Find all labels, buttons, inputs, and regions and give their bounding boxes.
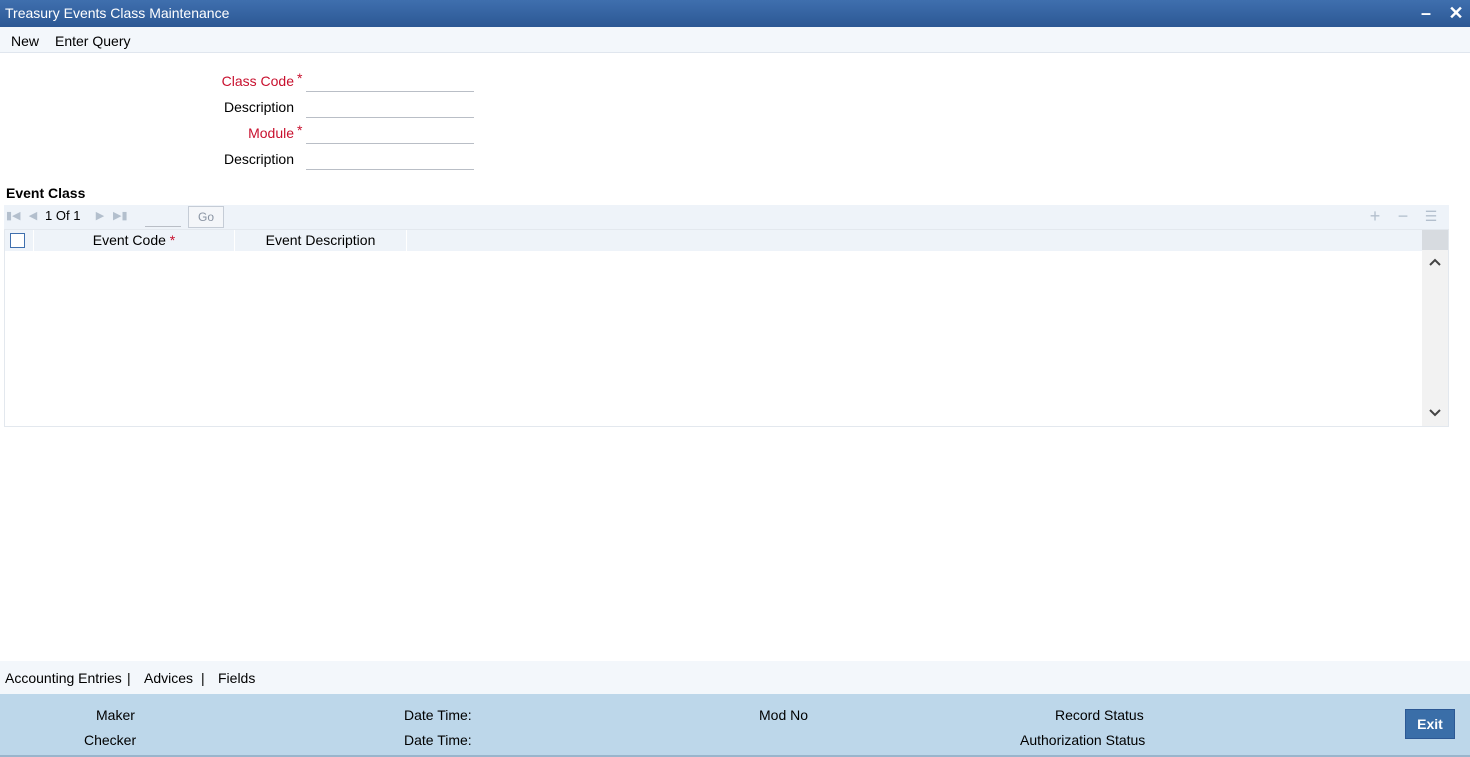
- event-class-grid: Event Code * Event Description: [4, 229, 1449, 427]
- module-description-row: Description: [0, 148, 1470, 177]
- class-code-label: Class Code: [221, 73, 294, 89]
- scroll-down-icon[interactable]: [1422, 405, 1448, 425]
- class-description-label: Description: [223, 99, 294, 115]
- menu-bar: New Enter Query: [0, 27, 1470, 53]
- class-code-row: Class Code *: [0, 70, 1470, 99]
- link-separator: |: [127, 670, 131, 686]
- exit-button[interactable]: Exit: [1405, 709, 1455, 739]
- event-code-header-label: Event Code: [92, 232, 166, 248]
- next-page-icon[interactable]: ▶: [93, 209, 107, 223]
- first-page-icon[interactable]: ▮◀: [6, 209, 21, 223]
- bottom-links-bar: Accounting Entries | Advices | Fields: [0, 661, 1470, 694]
- close-icon[interactable]: ✕: [1446, 3, 1466, 23]
- maker-label: Maker: [96, 707, 135, 723]
- previous-page-icon[interactable]: ◀: [26, 209, 40, 223]
- window-titlebar: Treasury Events Class Maintenance – ✕: [0, 0, 1470, 27]
- record-status-label: Record Status: [1055, 707, 1144, 723]
- add-row-icon[interactable]: +: [1366, 206, 1384, 226]
- grid-header: Event Code * Event Description: [5, 230, 1423, 251]
- menu-new[interactable]: New: [11, 33, 39, 49]
- fields-link[interactable]: Fields: [218, 670, 255, 686]
- last-page-icon[interactable]: ▶▮: [113, 209, 128, 223]
- page-total: 1: [73, 208, 81, 223]
- window-title: Treasury Events Class Maintenance: [5, 5, 230, 21]
- link-separator: |: [201, 670, 205, 686]
- class-description-input[interactable]: [306, 96, 474, 118]
- module-label: Module: [248, 125, 294, 141]
- module-row: Module *: [0, 122, 1470, 151]
- page-of-label: Of: [55, 208, 70, 223]
- class-description-row: Description: [0, 96, 1470, 125]
- event-code-required-mark: *: [169, 232, 176, 248]
- authorization-status-label: Authorization Status: [1020, 732, 1146, 748]
- grid-toolbar: ▮◀ ◀ 1 Of 1 ▶ ▶▮ Go + − ☰: [4, 205, 1449, 229]
- pagination-text: 1 Of 1: [45, 208, 80, 223]
- module-input[interactable]: [306, 122, 474, 144]
- checker-date-time-label: Date Time:: [404, 732, 472, 748]
- page-current: 1: [45, 208, 53, 223]
- event-class-title: Event Class: [6, 185, 86, 201]
- grid-scrollbar[interactable]: [1422, 230, 1448, 426]
- column-event-code[interactable]: Event Code *: [33, 230, 234, 251]
- class-code-input[interactable]: [306, 70, 474, 92]
- mod-no-label: Mod No: [759, 707, 809, 723]
- delete-row-icon[interactable]: −: [1394, 206, 1412, 226]
- module-description-input[interactable]: [306, 148, 474, 170]
- page-number-input[interactable]: [145, 207, 181, 227]
- scroll-up-icon[interactable]: [1422, 254, 1448, 274]
- minimize-icon[interactable]: –: [1416, 3, 1436, 23]
- module-required-mark: *: [297, 122, 303, 138]
- class-code-required-mark: *: [297, 70, 303, 86]
- maker-date-time-label: Date Time:: [404, 707, 472, 723]
- advices-link[interactable]: Advices: [144, 670, 193, 686]
- module-description-label: Description: [223, 151, 294, 167]
- audit-panel: Maker Checker Date Time: Date Time: Mod …: [0, 694, 1470, 757]
- go-button[interactable]: Go: [188, 206, 224, 228]
- column-event-description[interactable]: Event Description: [234, 230, 407, 251]
- accounting-entries-link[interactable]: Accounting Entries: [5, 670, 122, 686]
- single-view-icon[interactable]: ☰: [1422, 206, 1440, 226]
- select-all-checkbox[interactable]: [10, 233, 25, 248]
- event-description-header-label: Event Description: [265, 232, 376, 248]
- menu-enter-query[interactable]: Enter Query: [55, 33, 130, 49]
- checker-label: Checker: [84, 732, 137, 748]
